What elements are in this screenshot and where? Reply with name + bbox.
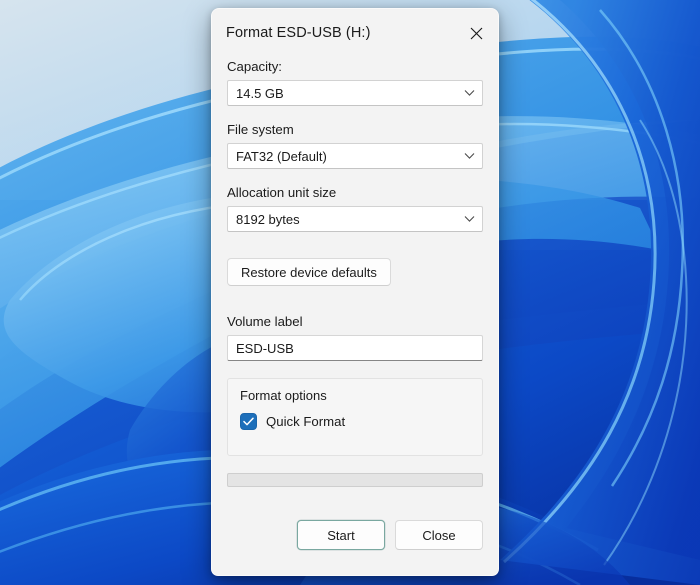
file-system-select[interactable]: FAT32 (Default) (227, 143, 483, 169)
format-options-group: Format options Quick Format (227, 378, 483, 456)
volume-label-label: Volume label (227, 314, 303, 329)
close-dialog-button[interactable]: Close (395, 520, 483, 550)
start-button[interactable]: Start (297, 520, 385, 550)
dialog-body: Capacity: 14.5 GB File system FAT32 (Def… (212, 57, 498, 575)
allocation-unit-size-label: Allocation unit size (227, 185, 337, 200)
quick-format-label: Quick Format (266, 414, 346, 429)
chevron-down-icon (464, 153, 475, 159)
dialog-titlebar[interactable]: Format ESD-USB (H:) (212, 9, 498, 57)
checkmark-icon (243, 417, 254, 426)
capacity-value: 14.5 GB (236, 85, 284, 101)
desktop-background: Format ESD-USB (H:) Capacity: 14.5 GB Fi… (0, 0, 700, 585)
chevron-down-icon (464, 216, 475, 222)
quick-format-row[interactable]: Quick Format (240, 413, 470, 430)
format-dialog-window: Format ESD-USB (H:) Capacity: 14.5 GB Fi… (211, 8, 499, 576)
dialog-title: Format ESD-USB (H:) (226, 25, 371, 41)
file-system-label: File system (227, 122, 294, 137)
chevron-down-icon (464, 90, 475, 96)
format-progress-bar (227, 473, 483, 487)
close-button[interactable] (454, 13, 498, 53)
volume-label-input[interactable] (227, 335, 483, 361)
capacity-select[interactable]: 14.5 GB (227, 80, 483, 106)
capacity-label: Capacity: (227, 59, 282, 74)
format-options-title: Format options (240, 388, 327, 403)
dialog-footer: Start Close (227, 520, 483, 550)
restore-device-defaults-button[interactable]: Restore device defaults (227, 258, 391, 286)
file-system-value: FAT32 (Default) (236, 148, 327, 164)
quick-format-checkbox[interactable] (240, 413, 257, 430)
close-icon (470, 27, 482, 39)
allocation-unit-size-value: 8192 bytes (236, 211, 300, 227)
allocation-unit-size-select[interactable]: 8192 bytes (227, 206, 483, 232)
